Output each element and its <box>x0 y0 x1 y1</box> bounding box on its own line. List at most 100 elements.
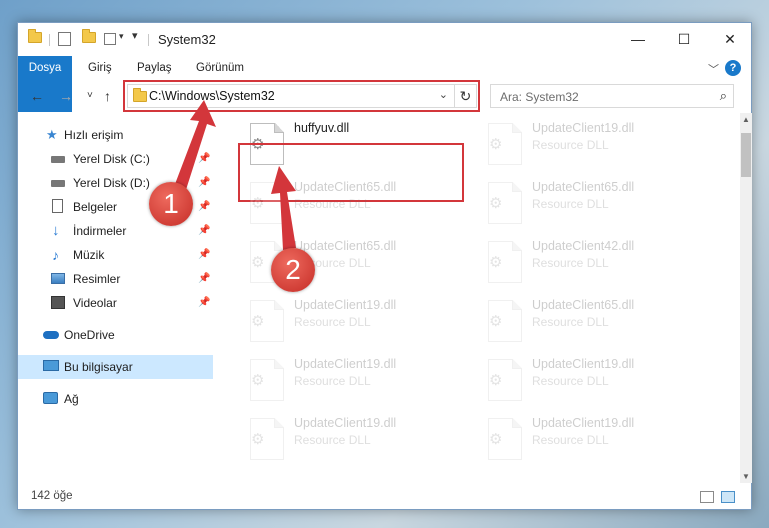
file-item[interactable]: ⚙ UpdateClient65.dll Resource DLL <box>242 176 472 232</box>
file-item[interactable]: ⚙ UpdateClient42.dll Resource DLL <box>480 235 710 291</box>
sidebar-item-videos[interactable]: Videolar 📌 <box>18 291 213 315</box>
callout-1: 1 <box>149 182 193 226</box>
file-item[interactable]: ⚙ UpdateClient65.dll Resource DLL <box>480 176 710 232</box>
forward-button[interactable]: → <box>59 88 73 104</box>
file-item[interactable]: ⚙ UpdateClient19.dll Resource DLL <box>242 294 472 350</box>
documents-icon <box>52 199 63 213</box>
file-item[interactable]: ⚙ UpdateClient19.dll Resource DLL <box>242 412 472 468</box>
expand-ribbon-icon[interactable]: ﹀ <box>708 61 719 77</box>
gear-icon: ⚙ <box>489 195 503 212</box>
sidebar-item-network[interactable]: Ağ <box>18 387 213 411</box>
pin-icon[interactable]: 📌 <box>198 195 210 219</box>
pin-icon[interactable]: 📌 <box>198 147 210 171</box>
gear-icon: ⚙ <box>489 254 503 271</box>
properties-icon[interactable] <box>58 32 71 46</box>
search-placeholder: Ara: System32 <box>500 90 579 104</box>
drive-icon <box>51 180 65 187</box>
gear-icon: ⚙ <box>489 313 503 330</box>
sidebar-item-onedrive[interactable]: OneDrive <box>18 323 213 347</box>
new-folder-icon[interactable] <box>82 29 96 48</box>
dropdown-arrow-icon[interactable]: ▾ <box>132 29 138 45</box>
sidebar-item-local-disk-c[interactable]: Yerel Disk (C:) 📌 <box>18 147 213 171</box>
large-icons-view-icon[interactable] <box>721 491 735 503</box>
file-type: Resource DLL <box>532 374 609 388</box>
file-name: UpdateClient65.dll <box>532 180 635 194</box>
pin-icon[interactable]: 📌 <box>198 291 210 315</box>
sidebar-item-quick-access[interactable]: ★ Hızlı erişim <box>18 123 213 147</box>
file-type: Resource DLL <box>532 315 609 329</box>
file-item[interactable]: ⚙ UpdateClient65.dll Resource DLL <box>480 294 710 350</box>
back-button[interactable]: ← <box>30 88 44 104</box>
close-button[interactable]: ✕ <box>707 23 753 55</box>
file-name: UpdateClient65.dll <box>294 239 397 253</box>
drive-icon <box>51 156 65 163</box>
scroll-down-icon[interactable]: ▼ <box>740 472 752 481</box>
callout-2: 2 <box>271 248 315 292</box>
file-name: UpdateClient19.dll <box>294 298 397 312</box>
file-name: UpdateClient42.dll <box>532 239 635 253</box>
pin-icon[interactable]: 📌 <box>198 171 210 195</box>
file-name: UpdateClient19.dll <box>532 357 635 371</box>
file-name: huffyuv.dll <box>294 121 350 135</box>
sidebar-item-this-pc[interactable]: Bu bilgisayar <box>18 355 213 379</box>
navigation-pane: ★ Hızlı erişim Yerel Disk (C:) 📌 Yerel D… <box>18 113 213 483</box>
tab-view[interactable]: Görünüm <box>188 56 252 80</box>
chevron-down-icon[interactable]: ▾ <box>119 31 124 47</box>
gear-icon: ⚙ <box>489 372 503 389</box>
item-count: 142 öğe <box>31 490 73 502</box>
computer-icon <box>43 360 59 371</box>
sidebar-item-pictures[interactable]: Resimler 📌 <box>18 267 213 291</box>
title-bar: ▾ ▾ System32 — ☐ ✕ <box>18 23 751 55</box>
gear-icon: ⚙ <box>489 136 503 153</box>
file-item[interactable]: ⚙ UpdateClient19.dll Resource DLL <box>242 353 472 409</box>
minimize-button[interactable]: — <box>615 23 661 55</box>
address-highlight-box <box>123 80 480 112</box>
gear-icon: ⚙ <box>251 431 265 448</box>
tab-share[interactable]: Paylaş <box>129 56 180 80</box>
pin-icon[interactable]: 📌 <box>198 243 210 267</box>
search-box[interactable]: Ara: System32 ⌕ <box>490 84 734 108</box>
file-type: Resource DLL <box>294 374 371 388</box>
videos-icon <box>51 296 65 309</box>
gear-icon: ⚙ <box>251 254 265 271</box>
file-name: UpdateClient19.dll <box>294 357 397 371</box>
gear-icon: ⚙ <box>251 372 265 389</box>
file-type: Resource DLL <box>532 197 609 211</box>
vertical-scrollbar[interactable]: ▲ ▼ <box>740 113 752 483</box>
tab-home[interactable]: Giriş <box>80 56 120 80</box>
file-type: Resource DLL <box>532 138 609 152</box>
file-type: Resource DLL <box>294 433 371 447</box>
file-name: UpdateClient19.dll <box>294 416 397 430</box>
file-item[interactable]: ⚙ UpdateClient19.dll Resource DLL <box>480 353 710 409</box>
maximize-button[interactable]: ☐ <box>661 23 707 55</box>
up-button[interactable]: ↑ <box>104 88 111 104</box>
file-type: Resource DLL <box>294 197 371 211</box>
navigation-bar: ← → ˅ ↑ C:\Windows\System32 ⌄ ↻ Ara: Sys… <box>18 80 751 112</box>
sidebar-item-downloads[interactable]: ↓ İndirmeler 📌 <box>18 219 213 243</box>
pin-icon[interactable]: 📌 <box>198 267 210 291</box>
file-name: UpdateClient19.dll <box>532 121 635 135</box>
help-button[interactable]: ? <box>725 60 741 76</box>
sidebar-item-music[interactable]: ♪ Müzik 📌 <box>18 243 213 267</box>
file-name: UpdateClient19.dll <box>532 416 635 430</box>
quick-access-customize-icon[interactable] <box>104 33 116 45</box>
file-type: Resource DLL <box>532 256 609 270</box>
file-item[interactable]: ⚙ UpdateClient19.dll Resource DLL <box>480 412 710 468</box>
folder-icon[interactable] <box>28 29 42 48</box>
status-bar: 142 öğe <box>18 485 751 509</box>
scrollbar-thumb[interactable] <box>741 133 751 177</box>
download-icon: ↓ <box>52 222 60 239</box>
file-type: Resource DLL <box>294 315 371 329</box>
file-item[interactable]: ⚙ UpdateClient19.dll Resource DLL <box>480 117 710 173</box>
divider <box>49 34 50 46</box>
recent-locations-button[interactable]: ˅ <box>87 90 93 101</box>
details-view-icon[interactable] <box>700 491 714 503</box>
ribbon-tabs: Dosya Giriş Paylaş Görünüm ﹀ ? <box>18 56 751 112</box>
gear-icon: ⚙ <box>489 431 503 448</box>
search-icon[interactable]: ⌕ <box>720 88 727 104</box>
star-icon: ★ <box>46 127 58 142</box>
scroll-up-icon[interactable]: ▲ <box>740 115 752 124</box>
network-icon <box>43 392 58 404</box>
pin-icon[interactable]: 📌 <box>198 219 210 243</box>
file-name: UpdateClient65.dll <box>294 180 397 194</box>
